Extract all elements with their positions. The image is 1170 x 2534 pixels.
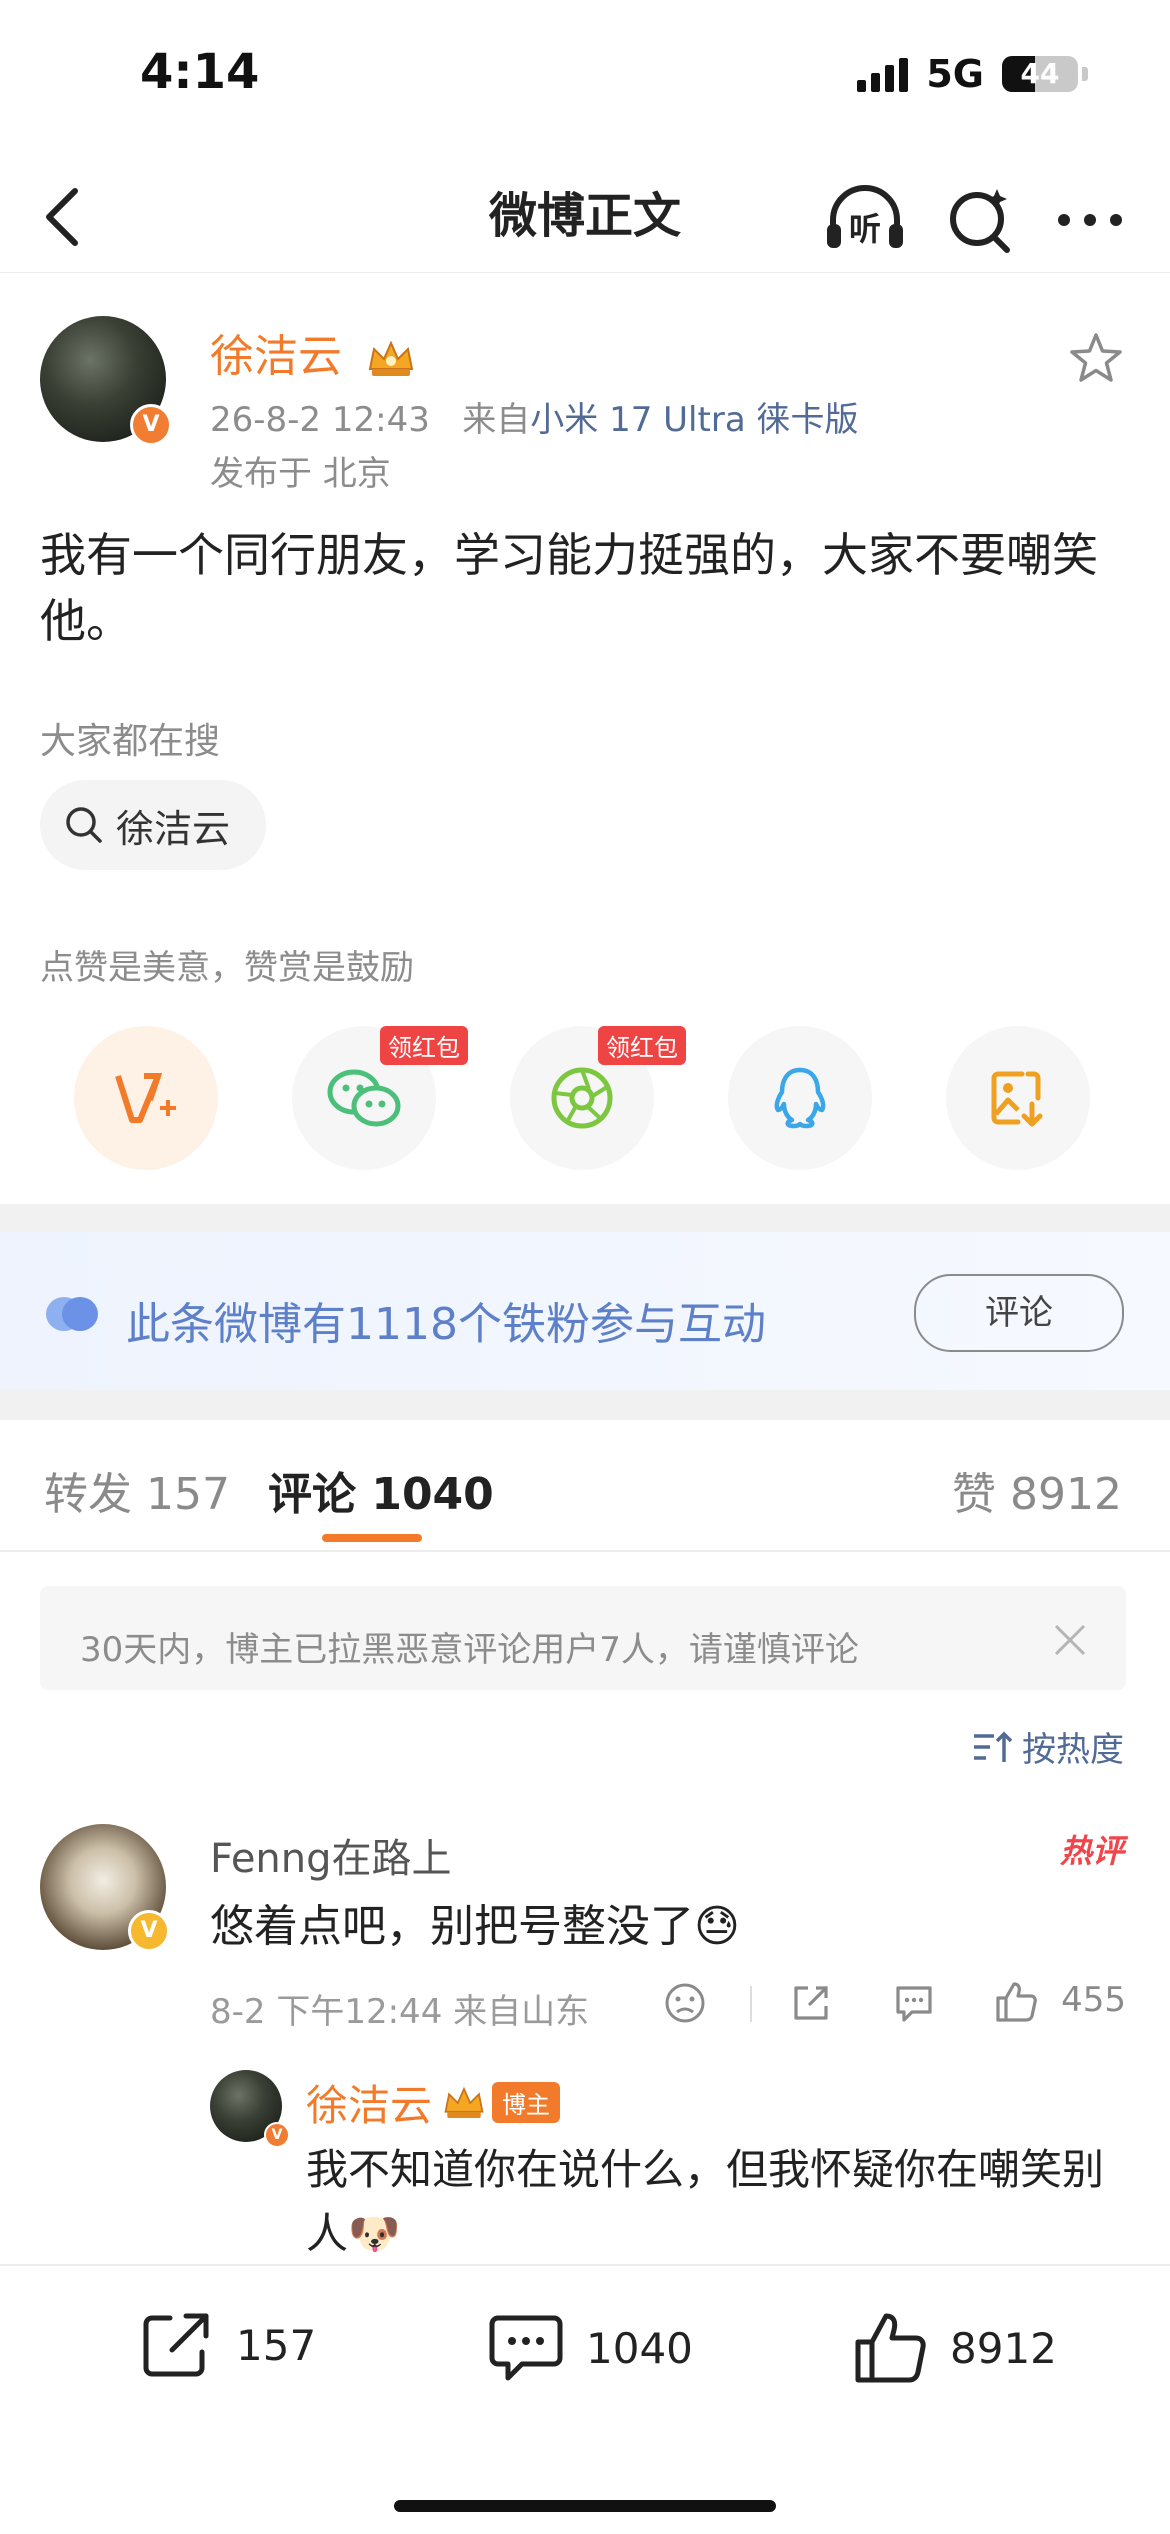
tab-like-label: 赞	[952, 1469, 997, 1520]
post-meta: 26-8-2 12:43 来自小米 17 Ultra 徕卡版	[210, 392, 858, 441]
sort-label: 按热度	[1022, 1730, 1124, 1770]
reward-icon	[115, 1073, 176, 1123]
comment-meta: 8-2 下午12:44 来自山东	[210, 1992, 590, 2032]
share-qq-button[interactable]	[728, 1026, 872, 1170]
search-icon	[66, 807, 102, 843]
share-icon[interactable]	[790, 1982, 832, 2024]
reply-avatar[interactable]: V	[210, 2070, 290, 2148]
section-divider	[0, 1390, 1170, 1420]
bottom-like-button[interactable]: 8912	[852, 2310, 1057, 2386]
listen-button[interactable]: 听	[820, 178, 910, 258]
bottom-repost-count: 157	[236, 2320, 317, 2370]
post-source-prefix: 来自	[462, 400, 531, 440]
fans-comment-button[interactable]: 评论	[914, 1274, 1124, 1352]
tab-like-count: 8912	[1010, 1469, 1122, 1520]
qq-icon	[774, 1067, 826, 1129]
sort-toggle[interactable]: 按热度	[972, 1722, 1124, 1771]
like-icon	[855, 2313, 926, 2383]
tab-comment[interactable]: 评论 1040	[268, 1458, 494, 1522]
network-label: 5G	[926, 52, 984, 96]
tab-repost-label: 转发	[44, 1469, 132, 1520]
author-name[interactable]: 徐洁云	[210, 320, 416, 384]
crown-badge-icon	[444, 2086, 484, 2118]
post-time: 26-8-2 12:43	[210, 400, 430, 440]
save-image-icon	[991, 1071, 1043, 1127]
post-body: 我有一个同行朋友，学习能力挺强的，大家不要嘲笑他。	[40, 528, 1098, 648]
reply-author-name[interactable]: 徐洁云	[306, 2072, 432, 2133]
active-tab-indicator	[322, 1534, 422, 1542]
star-icon	[1070, 333, 1122, 382]
verified-badge-icon: V	[264, 2122, 290, 2148]
post-device[interactable]: 小米 17 Ultra 徕卡版	[530, 400, 858, 440]
more-icon	[1058, 214, 1122, 226]
fans-icon	[46, 1297, 98, 1331]
save-image-button[interactable]	[946, 1026, 1090, 1170]
wechat-red-packet-tag: 领红包	[380, 1026, 468, 1065]
bottom-comment-button[interactable]: 1040	[488, 2310, 693, 2386]
tab-repost[interactable]: 转发 157	[44, 1458, 230, 1522]
comment-icon	[489, 2315, 563, 2381]
search-button[interactable]	[940, 180, 1020, 260]
bottom-action-bar: 157 1040 8912	[0, 2264, 1170, 2534]
comment-actions: 455	[660, 1972, 1126, 2032]
notice-close-button[interactable]	[1044, 1614, 1096, 1666]
nav-bar: 微博正文 听	[0, 160, 1170, 273]
reply-text: 我不知道你在说什么，但我怀疑你在嘲笑别人🐶	[306, 2145, 1105, 2258]
status-indicators: 5G 44	[857, 52, 1088, 96]
status-time: 4:14	[140, 44, 260, 100]
comment-text: 悠着点吧，别把号整没了😓	[210, 1901, 740, 1952]
tabs-divider	[0, 1550, 1170, 1552]
reward-hint: 点赞是美意，赞赏是鼓励	[40, 948, 414, 988]
reply-author[interactable]: 徐洁云 博主	[306, 2072, 561, 2133]
home-indicator	[394, 2500, 776, 2512]
author-badge: 博主	[492, 2082, 561, 2123]
like-icon[interactable]	[994, 1980, 1038, 2024]
battery-icon: 44	[1002, 56, 1078, 92]
action-divider	[750, 1986, 752, 2022]
commenter-avatar[interactable]: V	[40, 1824, 170, 1952]
notice-text: 30天内，博主已拉黑恶意评论用户7人，请谨慎评论	[80, 1630, 859, 1670]
more-button[interactable]	[1050, 180, 1130, 260]
tab-like[interactable]: 赞 8912	[952, 1458, 1122, 1522]
tab-comment-count: 1040	[371, 1469, 494, 1520]
commenter-name[interactable]: Fenng在路上	[210, 1826, 452, 1884]
repost-icon	[143, 2313, 209, 2377]
post-location: 发布于 北京	[210, 454, 391, 494]
moments-icon	[551, 1067, 613, 1129]
comment-like-count: 455	[1061, 1980, 1126, 2020]
signal-icon	[857, 56, 909, 92]
search-icon	[950, 189, 1010, 253]
bottom-comment-count: 1040	[586, 2323, 693, 2373]
author-avatar[interactable]: V	[40, 316, 172, 446]
battery-level: 44	[1020, 57, 1060, 90]
verified-badge-icon: V	[130, 404, 172, 446]
favorite-button[interactable]	[1066, 328, 1126, 388]
bottom-repost-button[interactable]: 157	[140, 2310, 316, 2380]
dislike-face-icon[interactable]	[664, 1982, 706, 2024]
wechat-icon	[327, 1069, 401, 1127]
section-divider	[0, 1204, 1170, 1234]
share-row: 领红包 领红包	[0, 1026, 1170, 1170]
hot-comment-badge: 热评	[1059, 1832, 1124, 1870]
search-hint: 大家都在搜	[40, 721, 221, 762]
headphones-icon: 听	[827, 185, 903, 248]
fans-bar-text: 此条微博有1118个铁粉参与互动	[126, 1299, 766, 1350]
svg-text:听: 听	[849, 210, 881, 248]
close-icon	[1054, 1624, 1086, 1656]
tab-comment-label: 评论	[268, 1469, 356, 1520]
tab-repost-count: 157	[146, 1469, 230, 1520]
search-chip-label: 徐洁云	[116, 806, 231, 851]
moments-red-packet-tag: 领红包	[598, 1026, 686, 1065]
crown-badge-icon	[368, 340, 414, 376]
reward-button[interactable]	[74, 1026, 218, 1170]
verified-badge-icon: V	[128, 1910, 170, 1952]
author-name-text[interactable]: 徐洁云	[210, 331, 342, 382]
reply-icon[interactable]	[892, 1982, 936, 2024]
search-chip[interactable]: 徐洁云	[40, 780, 267, 870]
sort-icon	[974, 1731, 1012, 1762]
bottom-like-count: 8912	[950, 2323, 1057, 2373]
